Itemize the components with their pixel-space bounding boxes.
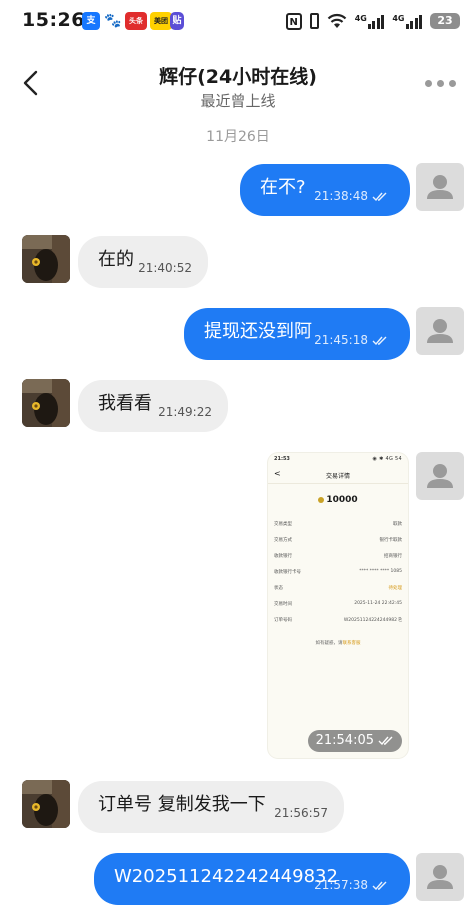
- default-person-icon: [427, 865, 453, 889]
- message-time: 21:56:57: [274, 806, 328, 820]
- message-time: 21:38:48: [314, 184, 388, 208]
- message-text: 提现还没到阿: [204, 321, 312, 342]
- message-text: 在不?: [260, 177, 306, 198]
- status-time: 15:26: [22, 9, 85, 31]
- contact-avatar[interactable]: [22, 780, 70, 828]
- nfc-icon: N: [285, 12, 302, 30]
- my-avatar[interactable]: [416, 452, 464, 500]
- network-type-label: 4G: [392, 13, 405, 23]
- tieba-icon: 贴: [170, 12, 184, 30]
- alipay-icon: 支: [82, 12, 100, 30]
- embedded-row: 收款银行卡号 **** **** **** 1085: [274, 569, 402, 575]
- embedded-row: 交易类型 取款: [274, 522, 402, 527]
- message-time: 21:45:18: [314, 328, 388, 352]
- message-bubble-sent[interactable]: 提现还没到阿 21:45:18: [184, 308, 410, 360]
- dot-icon: [449, 80, 456, 87]
- message-text: 我看看: [98, 393, 152, 414]
- dot-icon: [437, 80, 444, 87]
- vibrate-icon: [309, 13, 319, 29]
- contact-photo: [22, 235, 70, 283]
- embedded-row: 交易时间 2025-11-24 22:42:45: [274, 601, 402, 607]
- battery-indicator: 23: [430, 13, 460, 29]
- message-text: 订单号 复制发我一下: [98, 794, 266, 815]
- contact-avatar[interactable]: [22, 235, 70, 283]
- message-bubble-sent[interactable]: W20251124224244​9832 21:57:38: [94, 853, 410, 905]
- signal-1-icon: 4G: [355, 14, 385, 29]
- image-message[interactable]: 21:53 ◉ ✱ 4G 54 < 交易详情 10000 交易类型 取款 交易方式…: [268, 453, 408, 758]
- embedded-title: 交易详情: [325, 473, 350, 480]
- embedded-amount: 10000: [268, 495, 408, 505]
- network-type-label: 4G: [354, 13, 367, 23]
- embedded-row: 订单号码 W20251124224244982 ⎘: [274, 618, 402, 623]
- my-avatar[interactable]: [416, 853, 464, 901]
- more-options-button[interactable]: [421, 76, 460, 91]
- message-bubble-received[interactable]: 我看看 21:49:22: [78, 380, 228, 432]
- read-check-icon: [372, 192, 387, 201]
- meituan-icon: 美团: [150, 12, 172, 30]
- embedded-row: 交易方式 银行卡取款: [274, 538, 402, 543]
- embedded-footer: 如有疑惑，请联系客服: [315, 641, 361, 646]
- contact-photo: [22, 379, 70, 427]
- embedded-header: < 交易详情: [268, 467, 408, 484]
- contact-avatar[interactable]: [22, 379, 70, 427]
- my-avatar[interactable]: [416, 163, 464, 211]
- message-bubble-received[interactable]: 在的 21:40:52: [78, 236, 208, 288]
- message-time: 21:54:05: [307, 730, 402, 752]
- coin-icon: [318, 496, 325, 503]
- message-bubble-sent[interactable]: 在不? 21:38:48: [240, 164, 410, 216]
- message-bubble-received[interactable]: 订单号 复制发我一下 21:56:57: [78, 781, 344, 833]
- baidu-paw-icon: 🐾: [104, 13, 122, 29]
- message-text: 在的: [98, 249, 134, 270]
- embedded-row: 状态 待处理: [274, 586, 402, 591]
- date-separator: 11月26日: [206, 129, 270, 145]
- read-check-icon: [372, 336, 387, 345]
- default-person-icon: [427, 464, 453, 488]
- chat-header: 辉仔(24小时在线) 最近曾上线: [0, 54, 476, 114]
- message-time: 21:49:22: [158, 405, 212, 419]
- read-check-icon: [372, 881, 387, 890]
- signal-2-icon: 4G: [392, 14, 422, 29]
- status-bar: 15:26 支 🐾 头条 美团 贴 N 4G 4G 23: [0, 0, 476, 42]
- dot-icon: [425, 80, 432, 87]
- read-check-icon: [378, 736, 393, 745]
- message-text: W20251124224244​9832: [114, 866, 338, 887]
- default-person-icon: [427, 319, 453, 343]
- embedded-status-bar: 21:53 ◉ ✱ 4G 54: [274, 456, 402, 462]
- message-time: 21:57:38: [314, 873, 388, 897]
- message-time: 21:40:52: [138, 261, 192, 275]
- contact-name: 辉仔(24小时在线): [159, 66, 317, 88]
- embedded-row: 收款银行 招商银行: [274, 554, 402, 559]
- status-right-group: N 4G 4G 23: [285, 10, 460, 32]
- toutiao-icon: 头条: [125, 12, 147, 30]
- contact-photo: [22, 780, 70, 828]
- default-person-icon: [427, 175, 453, 199]
- wifi-icon: [327, 13, 346, 28]
- contact-status: 最近曾上线: [200, 92, 276, 110]
- my-avatar[interactable]: [416, 307, 464, 355]
